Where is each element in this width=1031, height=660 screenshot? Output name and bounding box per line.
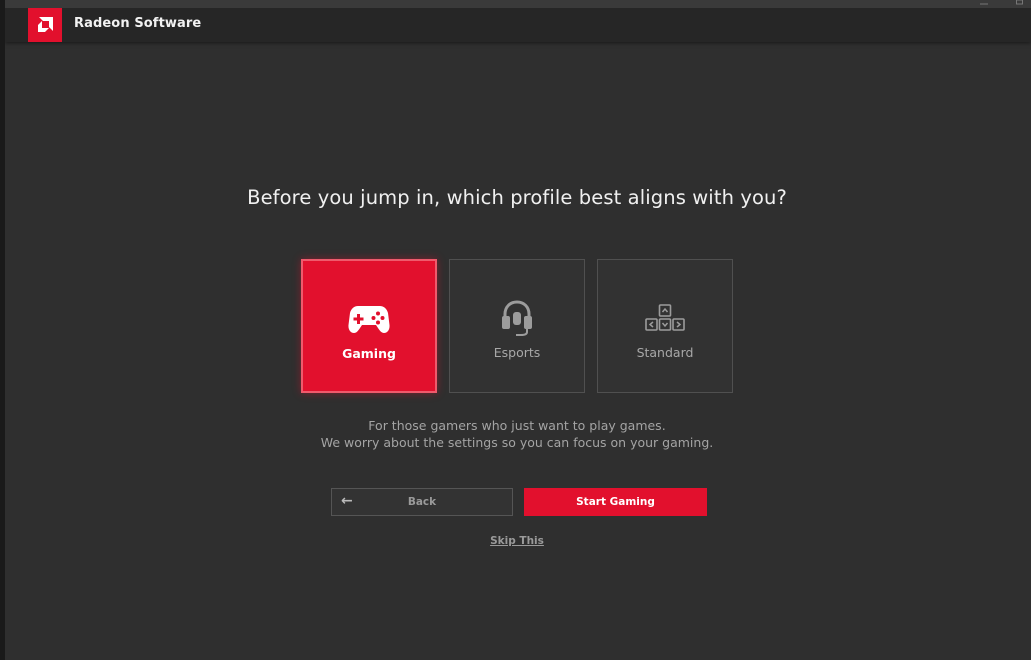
gamepad-icon: [303, 299, 435, 339]
headset-icon: [450, 298, 584, 338]
profile-card-esports[interactable]: Esports: [449, 259, 585, 393]
skip-link[interactable]: Skip This: [5, 535, 1029, 547]
profile-card-gaming[interactable]: Gaming: [301, 259, 437, 393]
profile-label-gaming: Gaming: [342, 346, 396, 361]
start-gaming-button[interactable]: Start Gaming: [524, 488, 707, 516]
back-button-label: Back: [407, 496, 437, 508]
title-bar: Radeon Software: [5, 0, 1031, 42]
arrow-keys-icon: [598, 298, 732, 338]
profile-description-line-2: We worry about the settings so you can f…: [320, 435, 714, 450]
window-controls: [977, 0, 1027, 6]
profile-label-standard: Standard: [636, 345, 694, 360]
back-button[interactable]: ← Back: [331, 488, 513, 516]
page-title: Before you jump in, which profile best a…: [247, 186, 787, 209]
profile-card-standard[interactable]: Standard: [597, 259, 733, 393]
app-title: Radeon Software: [74, 16, 202, 31]
amd-logo-icon: [28, 8, 62, 42]
minimize-icon[interactable]: [977, 0, 991, 6]
app-window: Radeon Software Before you jump in, whic…: [5, 0, 1031, 660]
profile-description-line-1: For those gamers who just want to play g…: [368, 418, 666, 433]
maximize-icon[interactable]: [1013, 0, 1027, 6]
profile-label-esports: Esports: [493, 345, 541, 360]
